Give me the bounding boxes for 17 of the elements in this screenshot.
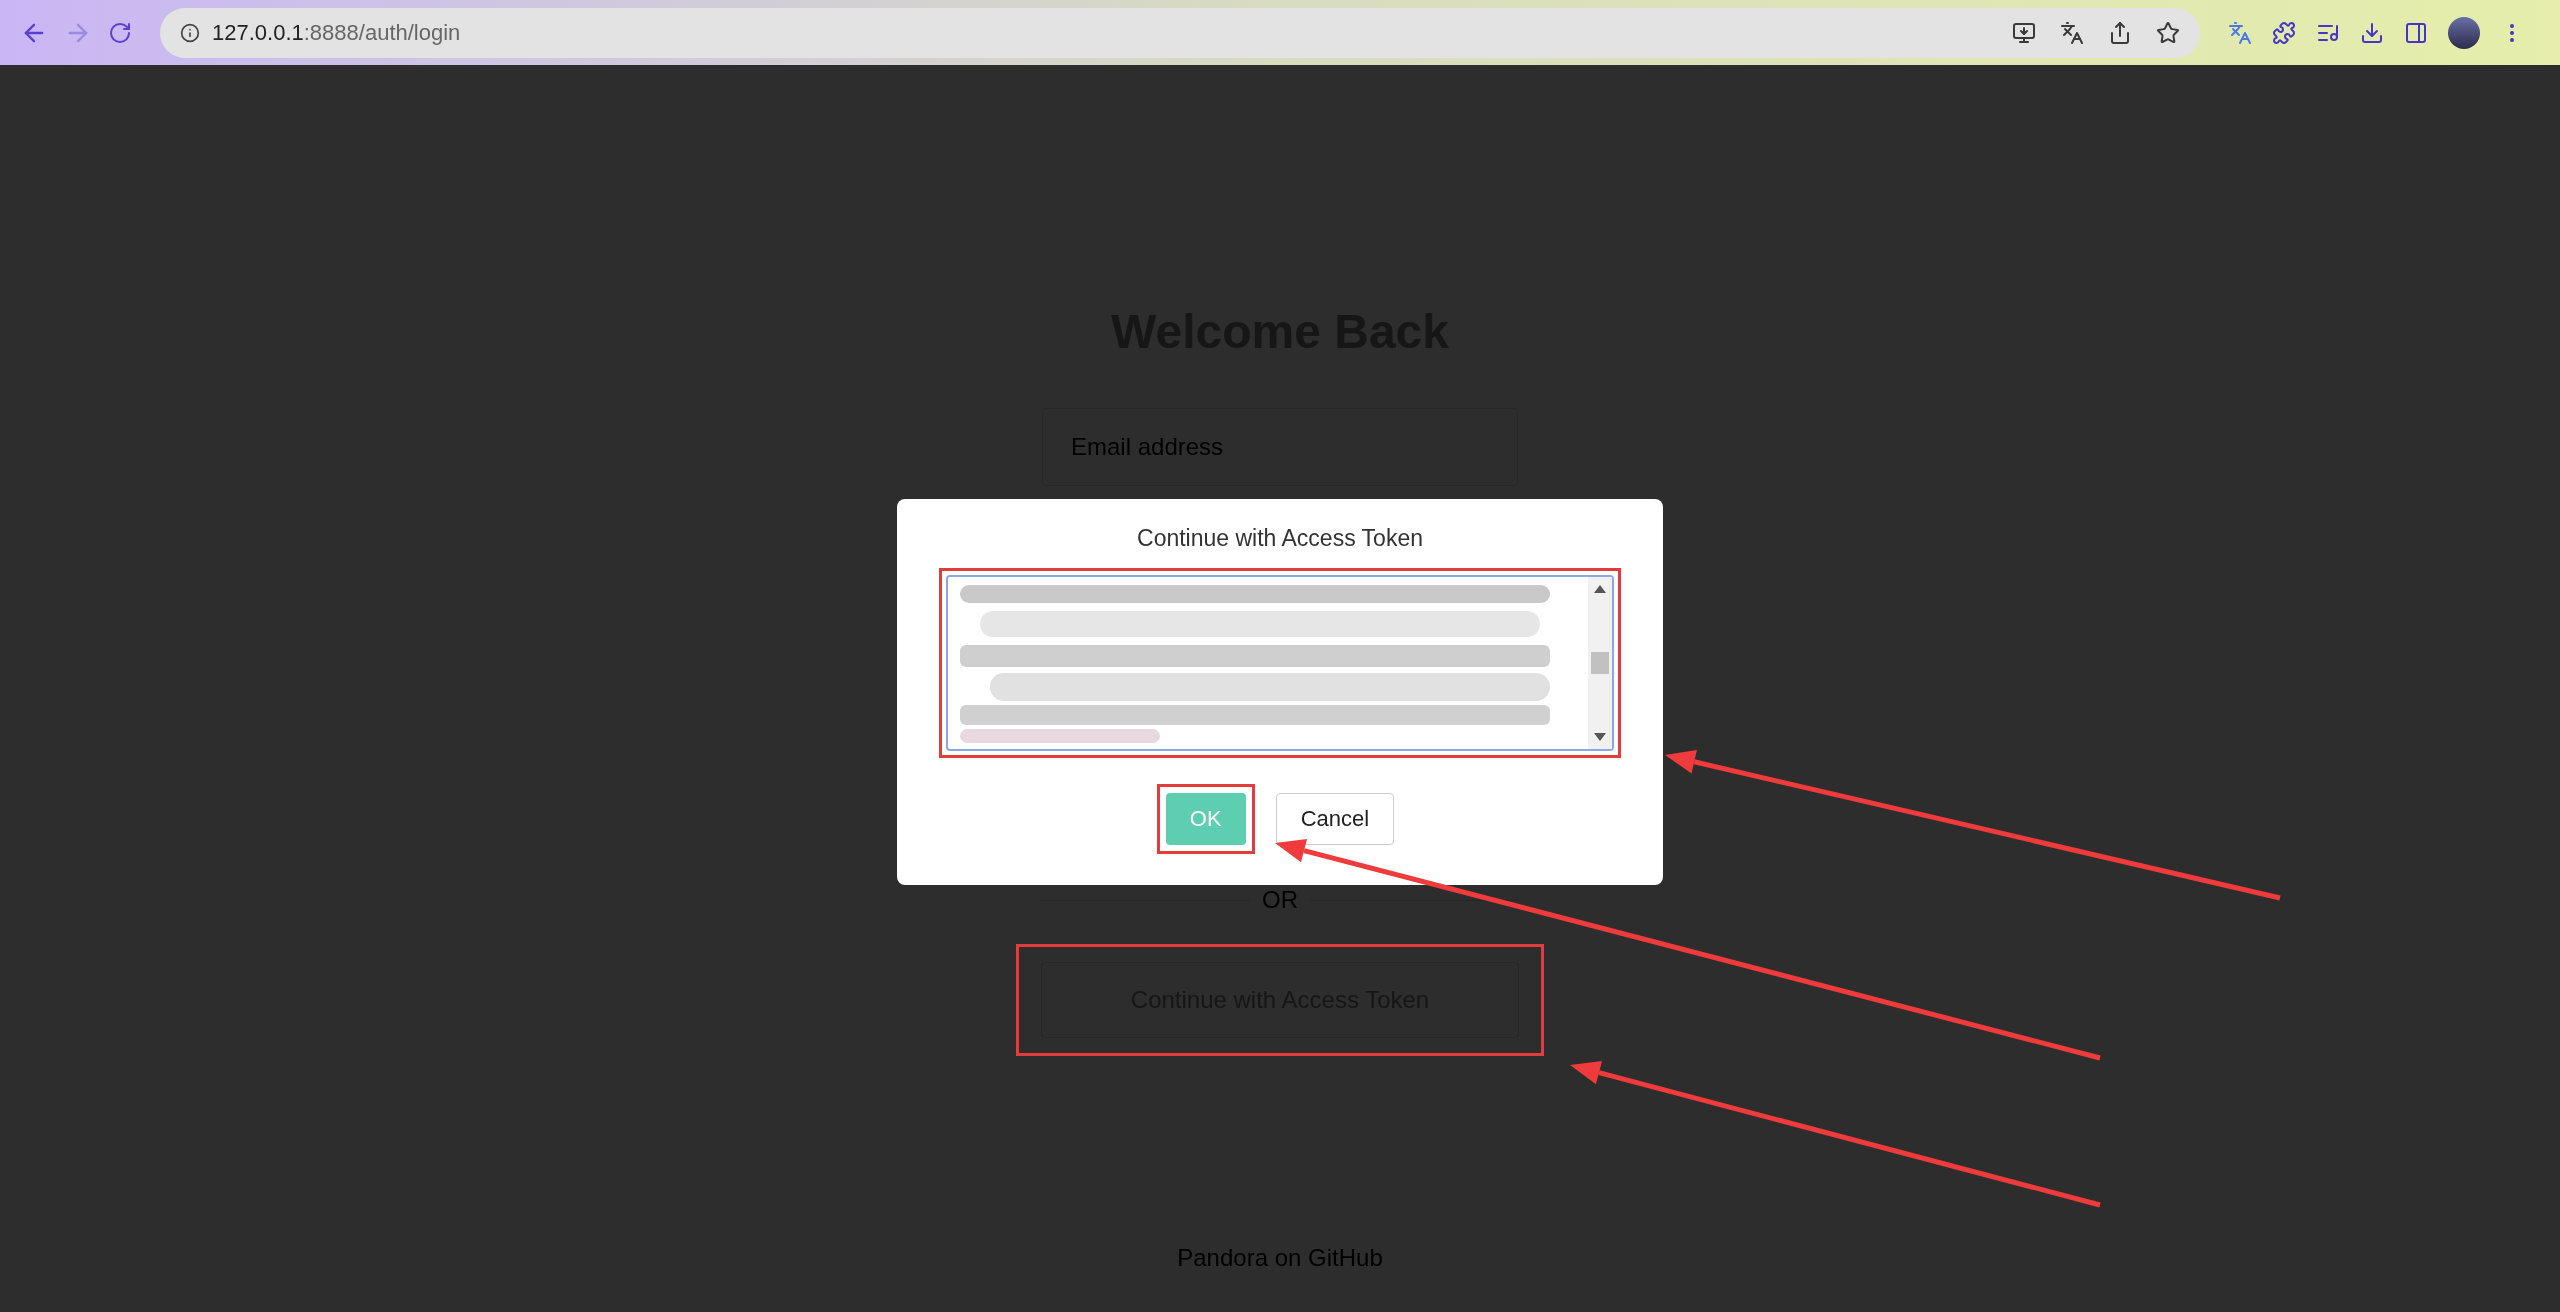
ok-button[interactable]: OK xyxy=(1165,792,1246,845)
dialog-title: Continue with Access Token xyxy=(1137,524,1423,553)
profile-avatar[interactable] xyxy=(2448,16,2480,49)
extensions-icon[interactable] xyxy=(2272,20,2296,45)
star-icon[interactable] xyxy=(2156,20,2180,45)
translate-icon[interactable] xyxy=(2060,20,2084,45)
url-text: 127.0.0.1:8888/auth/login xyxy=(212,19,461,47)
reload-icon[interactable] xyxy=(108,20,132,45)
cancel-button[interactable]: Cancel xyxy=(1275,792,1395,845)
side-panel-icon[interactable] xyxy=(2404,20,2428,45)
scrollbar[interactable] xyxy=(1588,576,1612,749)
install-icon[interactable] xyxy=(2012,20,2036,45)
address-bar[interactable]: 127.0.0.1:8888/auth/login xyxy=(160,7,2200,58)
download-icon[interactable] xyxy=(2360,20,2384,45)
share-icon[interactable] xyxy=(2108,20,2132,45)
translate-extension-icon[interactable] xyxy=(2228,20,2252,45)
info-icon[interactable] xyxy=(180,22,200,43)
